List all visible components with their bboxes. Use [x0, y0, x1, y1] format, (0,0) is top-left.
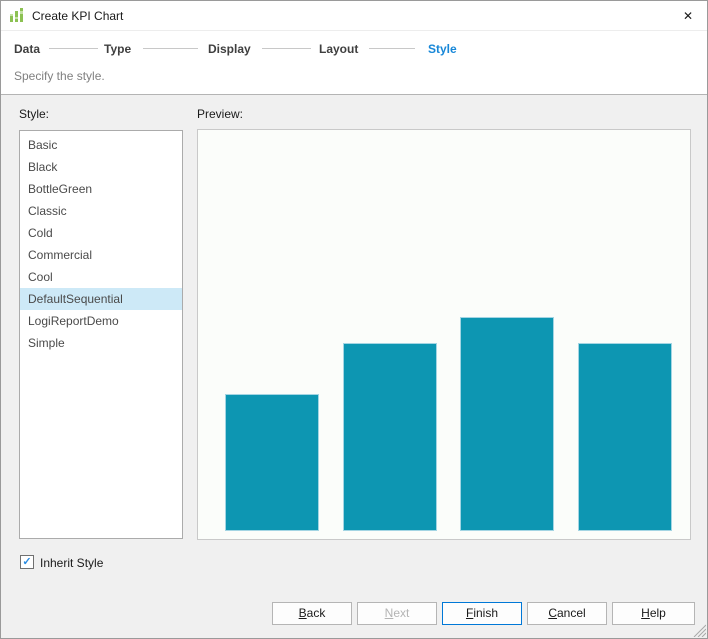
dialog-header: Create KPI Chart ✕ Data Type Display Lay…	[1, 1, 707, 95]
style-item-black[interactable]: Black	[20, 156, 182, 178]
check-icon: ✓	[22, 556, 31, 568]
preview-label: Preview:	[197, 107, 243, 121]
style-item-classic[interactable]: Classic	[20, 200, 182, 222]
finish-button-label: inish	[473, 606, 498, 620]
style-item-cold[interactable]: Cold	[20, 222, 182, 244]
style-item-bottlegreen[interactable]: BottleGreen	[20, 178, 182, 200]
back-button[interactable]: Back	[272, 602, 352, 625]
step-connector	[369, 48, 415, 49]
window-title: Create KPI Chart	[32, 9, 123, 23]
back-button-mnemonic: B	[299, 606, 307, 620]
wizard-step-layout[interactable]: Layout	[319, 42, 358, 56]
kpi-chart-icon	[9, 8, 25, 24]
back-button-label: ack	[307, 606, 326, 620]
style-listbox: Basic Black BottleGreen Classic Cold Com…	[19, 130, 183, 539]
step-connector	[49, 48, 98, 49]
preview-bar	[343, 343, 437, 531]
style-item-commercial[interactable]: Commercial	[20, 244, 182, 266]
next-button-label: ext	[393, 606, 409, 620]
next-button: Next	[357, 602, 437, 625]
preview-bar	[225, 394, 319, 531]
inherit-style-checkbox[interactable]: ✓	[20, 555, 34, 569]
inherit-style-label[interactable]: Inherit Style	[40, 556, 103, 570]
help-button-mnemonic: H	[641, 606, 650, 620]
step-connector	[262, 48, 311, 49]
style-item-logireportdemo[interactable]: LogiReportDemo	[20, 310, 182, 332]
step-connector	[143, 48, 198, 49]
cancel-button-mnemonic: C	[548, 606, 557, 620]
help-button[interactable]: Help	[612, 602, 695, 625]
cancel-button-label: ancel	[557, 606, 586, 620]
step-description: Specify the style.	[14, 69, 105, 83]
resize-grip[interactable]	[693, 624, 706, 637]
style-item-defaultsequential[interactable]: DefaultSequential	[20, 288, 182, 310]
wizard-step-display[interactable]: Display	[208, 42, 251, 56]
finish-button[interactable]: Finish	[442, 602, 522, 625]
preview-bar	[578, 343, 672, 531]
style-item-basic[interactable]: Basic	[20, 134, 182, 156]
wizard-step-data[interactable]: Data	[14, 42, 40, 56]
preview-chart	[197, 129, 691, 540]
create-kpi-chart-dialog: Create KPI Chart ✕ Data Type Display Lay…	[0, 0, 708, 639]
cancel-button[interactable]: Cancel	[527, 602, 607, 625]
wizard-step-style[interactable]: Style	[428, 42, 457, 56]
style-item-cool[interactable]: Cool	[20, 266, 182, 288]
preview-bar	[460, 317, 554, 531]
style-list-label: Style:	[19, 107, 49, 121]
wizard-step-type[interactable]: Type	[104, 42, 131, 56]
help-button-label: elp	[650, 606, 666, 620]
titlebar[interactable]: Create KPI Chart ✕	[1, 1, 707, 31]
close-icon[interactable]: ✕	[680, 8, 696, 24]
style-item-simple[interactable]: Simple	[20, 332, 182, 354]
